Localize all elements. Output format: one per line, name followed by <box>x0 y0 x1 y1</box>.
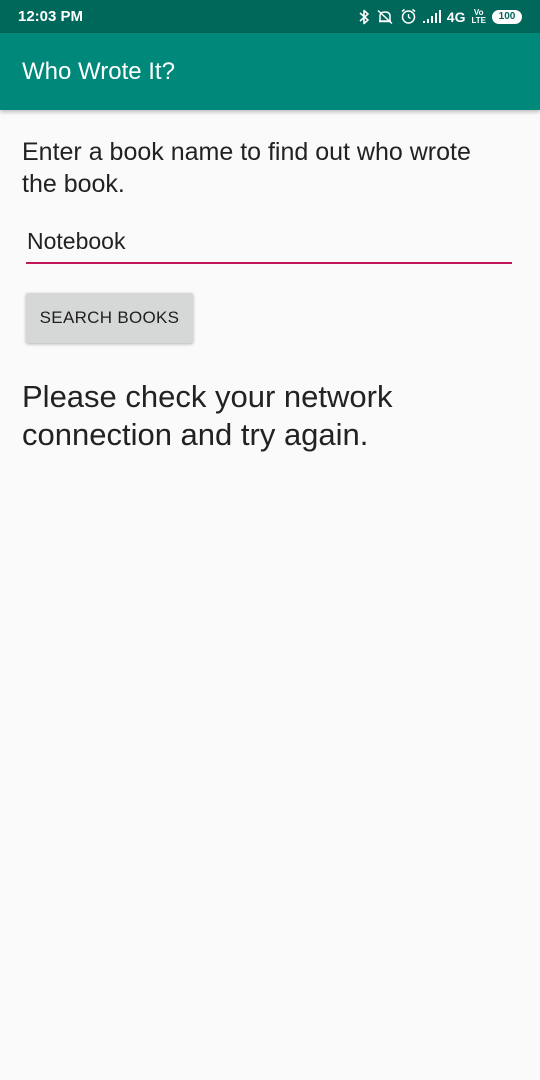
book-input-container <box>26 224 512 264</box>
volte-indicator: Vo LTE <box>471 7 486 25</box>
bluetooth-icon <box>359 9 370 25</box>
status-icons: 4G Vo LTE 100 <box>359 8 522 25</box>
app-title: Who Wrote It? <box>22 57 175 85</box>
book-name-input[interactable] <box>26 224 512 262</box>
network-type: 4G <box>446 8 466 25</box>
muted-notification-icon <box>376 9 394 25</box>
battery-icon: 100 <box>492 9 522 24</box>
battery-level: 100 <box>498 11 516 22</box>
app-bar: Who Wrote It? <box>0 33 540 110</box>
status-bar: 12:03 PM 4G Vo LTE 100 <box>0 0 540 33</box>
status-time: 12:03 PM <box>18 8 84 25</box>
search-books-button[interactable]: SEARCH BOOKS <box>26 293 193 343</box>
alarm-icon <box>400 8 417 25</box>
instruction-text: Enter a book name to find out who wrote … <box>22 138 471 198</box>
signal-icon <box>422 9 441 24</box>
result-message: Please check your network connection and… <box>22 379 393 452</box>
